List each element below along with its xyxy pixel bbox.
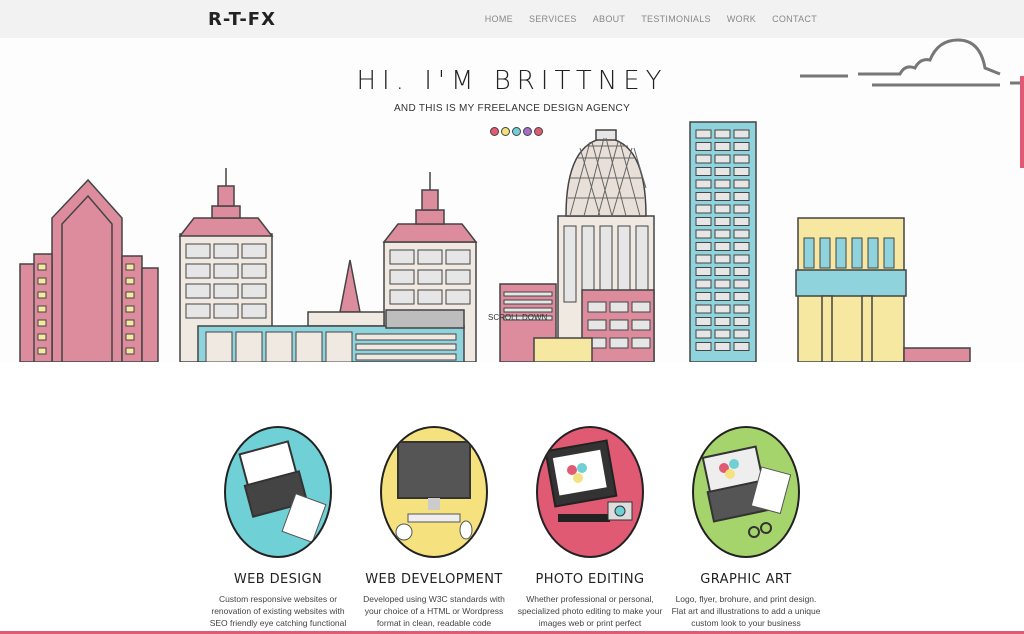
site-logo[interactable]: R-T-FX	[208, 9, 276, 30]
main-nav: HOME SERVICES ABOUT TESTIMONIALS WORK CO…	[485, 14, 817, 24]
hero-subtitle: AND THIS IS MY FREELANCE DESIGN AGENCY	[393, 103, 631, 114]
nav-work[interactable]: WORK	[727, 14, 756, 24]
graphic-art-illustration-icon	[692, 426, 800, 558]
service-web-design: WEB DESIGN Custom responsive websites or…	[203, 426, 353, 629]
service-graphic-art: GRAPHIC ART Logo, flyer, brohure, and pr…	[671, 426, 821, 629]
service-title: WEB DEVELOPMENT	[365, 572, 503, 587]
nav-testimonials[interactable]: TESTIMONIALS	[641, 14, 711, 24]
color-dots	[490, 127, 543, 136]
dot-1	[490, 127, 499, 136]
service-description: Developed using W3C standards with your …	[363, 594, 505, 628]
dot-2	[501, 127, 510, 136]
service-photo-editing: PHOTO EDITING Whether professional or pe…	[515, 426, 665, 629]
top-navbar: R-T-FX HOME SERVICES ABOUT TESTIMONIALS …	[0, 0, 1024, 39]
service-web-development: WEB DEVELOPMENT Developed using W3C stan…	[359, 426, 509, 629]
service-title: WEB DESIGN	[233, 572, 323, 587]
services-section: WEB DESIGN Custom responsive websites or…	[0, 362, 1024, 634]
service-title: PHOTO EDITING	[535, 572, 645, 587]
scroll-down-link[interactable]: SCROLL DOWN	[488, 313, 547, 322]
service-description: Logo, flyer, brohure, and print design. …	[671, 594, 821, 628]
web-development-illustration-icon	[380, 426, 488, 558]
nav-about[interactable]: ABOUT	[593, 14, 626, 24]
nav-contact[interactable]: CONTACT	[772, 14, 817, 24]
scrollbar-accent	[1020, 76, 1024, 168]
service-description: Custom responsive websites or renovation…	[209, 594, 347, 628]
web-design-illustration-icon	[224, 426, 332, 558]
hero-title: HI. I'M BRITTNEY	[356, 66, 668, 96]
service-description: Whether professional or personal, specia…	[517, 594, 663, 628]
photo-editing-illustration-icon	[536, 426, 644, 558]
dot-3	[512, 127, 521, 136]
nav-services[interactable]: SERVICES	[529, 14, 577, 24]
hero-section: HI. I'M BRITTNEY AND THIS IS MY FREELANC…	[0, 38, 1024, 362]
dot-5	[534, 127, 543, 136]
service-title: GRAPHIC ART	[700, 572, 792, 587]
dot-4	[523, 127, 532, 136]
nav-home[interactable]: HOME	[485, 14, 513, 24]
